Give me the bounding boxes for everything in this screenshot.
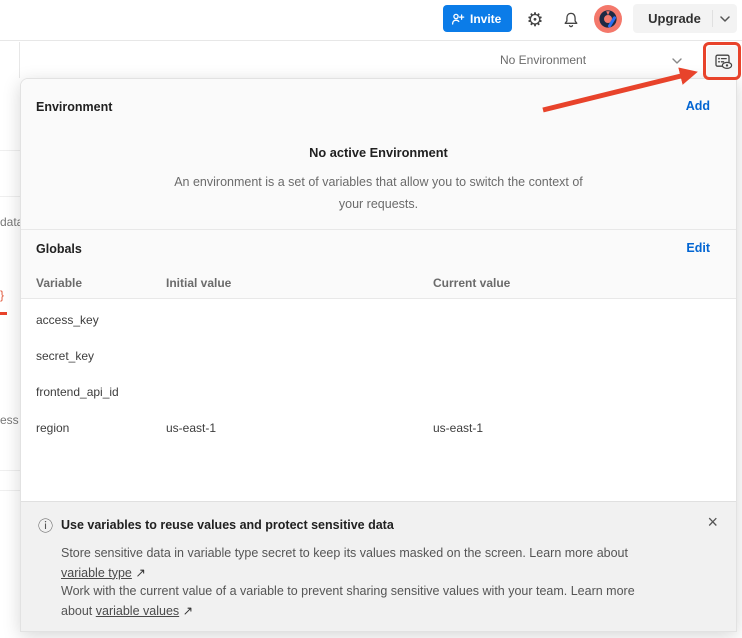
- variable-name: secret_key: [36, 338, 94, 374]
- variable-current-value: us-east-1: [433, 410, 483, 446]
- variable-initial-value: us-east-1: [166, 410, 216, 446]
- background-fragment-brace: }: [0, 288, 20, 302]
- person-plus-icon: [451, 12, 465, 26]
- background-divider: [0, 150, 20, 151]
- globals-variable-table: access_key secret_key frontend_api_id re…: [21, 298, 736, 501]
- info-banner-paragraph-1: Store sensitive data in variable type se…: [61, 544, 666, 583]
- globals-title: Globals: [36, 242, 82, 256]
- close-icon[interactable]: ×: [707, 512, 718, 533]
- user-avatar[interactable]: [594, 5, 622, 33]
- info-text-line2: Work with the current value of a variabl…: [61, 584, 635, 598]
- chevron-down-icon: [713, 16, 737, 22]
- variable-name: region: [36, 410, 69, 446]
- top-bar: Invite ⚙ Upgrade: [0, 0, 742, 41]
- table-row[interactable]: frontend_api_id: [21, 374, 736, 410]
- environment-description: An environment is a set of variables tha…: [164, 171, 594, 215]
- info-icon: ⓘ: [38, 515, 53, 536]
- invite-button[interactable]: Invite: [443, 5, 512, 32]
- table-row[interactable]: secret_key: [21, 338, 736, 374]
- environment-selector-label: No Environment: [500, 53, 586, 67]
- column-header-variable: Variable: [36, 276, 82, 290]
- invite-button-label: Invite: [470, 12, 501, 26]
- environment-quick-look-icon: [714, 52, 733, 71]
- background-fragment-ess: ess: [0, 413, 20, 427]
- column-header-current-value: Current value: [433, 276, 510, 290]
- info-text-line2-prefix: about: [61, 604, 96, 618]
- environment-selector[interactable]: No Environment: [488, 45, 690, 74]
- background-divider: [0, 196, 20, 197]
- environment-panel-title: Environment: [36, 100, 112, 114]
- upgrade-button[interactable]: Upgrade: [633, 4, 737, 33]
- external-link-arrow-icon: ↗: [135, 566, 145, 580]
- settings-gear-icon[interactable]: ⚙: [524, 9, 546, 31]
- background-fragment-data: data: [0, 215, 20, 229]
- variable-type-link[interactable]: variable type: [61, 566, 132, 580]
- variable-name: access_key: [36, 302, 99, 338]
- app-window: Invite ⚙ Upgrade: [0, 0, 742, 638]
- info-banner-paragraph-2: Work with the current value of a variabl…: [61, 582, 666, 621]
- info-banner-title: Use variables to reuse values and protec…: [61, 518, 394, 532]
- no-active-environment-title: No active Environment: [21, 145, 736, 160]
- variable-values-link[interactable]: variable values: [96, 604, 179, 618]
- environment-panel: Environment Add No active Environment An…: [20, 78, 737, 632]
- background-divider: [0, 490, 20, 491]
- variable-name: frontend_api_id: [36, 374, 119, 410]
- environment-toolbar: No Environment: [0, 41, 742, 78]
- add-environment-button[interactable]: Add: [686, 99, 710, 113]
- background-divider: [19, 42, 20, 78]
- background-fragment-red-mark: [0, 312, 7, 315]
- chevron-down-icon: [672, 53, 682, 67]
- column-header-initial-value: Initial value: [166, 276, 231, 290]
- globals-header-section: Globals Edit Variable Initial value Curr…: [21, 229, 736, 298]
- environment-quick-look-button[interactable]: [707, 46, 739, 77]
- notifications-bell-icon[interactable]: [560, 9, 582, 31]
- variables-info-banner: ⓘ Use variables to reuse values and prot…: [21, 501, 736, 632]
- info-text-line1: Store sensitive data in variable type se…: [61, 546, 628, 560]
- table-row[interactable]: region us-east-1 us-east-1: [21, 410, 736, 446]
- environment-panel-header-section: Environment Add No active Environment An…: [21, 79, 736, 229]
- upgrade-button-label: Upgrade: [633, 11, 712, 26]
- edit-globals-button[interactable]: Edit: [686, 241, 710, 255]
- background-divider: [0, 470, 20, 471]
- table-row[interactable]: access_key: [21, 302, 736, 338]
- external-link-arrow-icon: ↗: [183, 604, 193, 618]
